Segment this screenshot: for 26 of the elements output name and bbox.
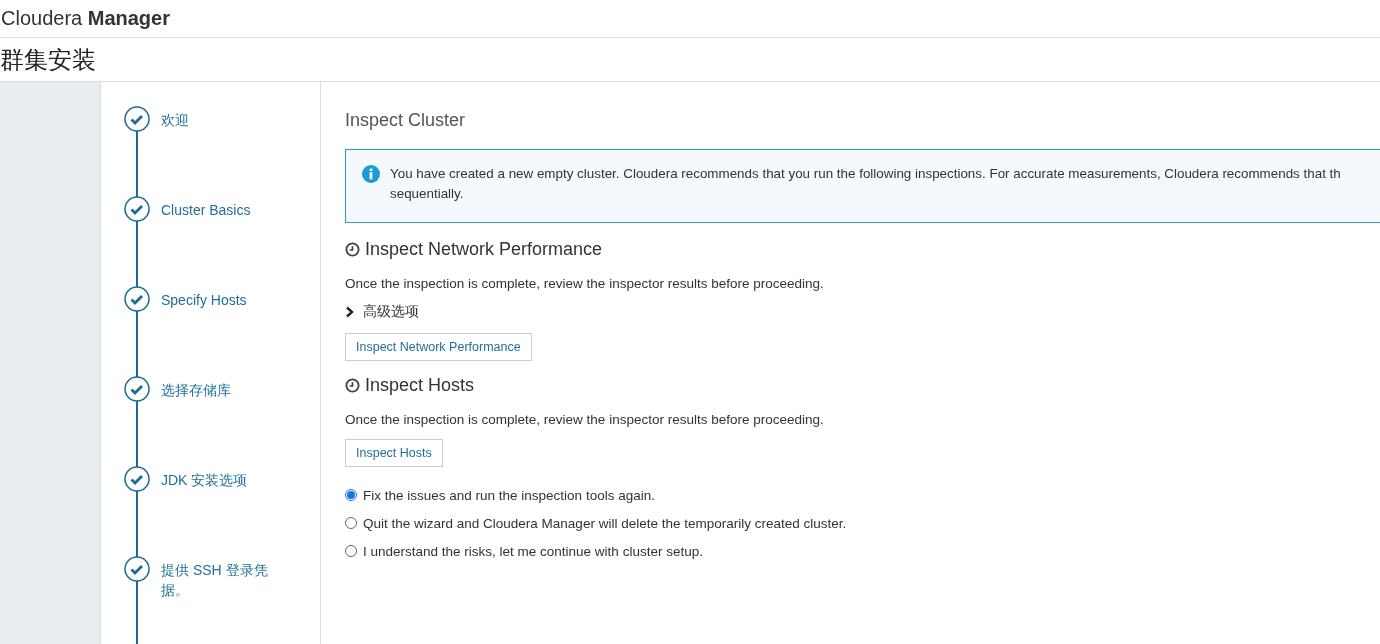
section-heading: Inspect Network Performance <box>365 239 603 260</box>
step-link[interactable]: Specify Hosts <box>161 290 281 310</box>
step-link[interactable]: 欢迎 <box>161 110 281 130</box>
radio-icon[interactable] <box>345 489 357 501</box>
radio-option[interactable]: I understand the risks, let me continue with cluster setup. <box>345 537 1380 565</box>
inspection-note: Once the inspection is complete, review the inspector results before proceeding. <box>345 276 825 291</box>
chevron-icon <box>345 306 355 318</box>
radio-option[interactable]: Quit the wizard and Cloudera Manager will delete the temporarily created cluster. <box>345 509 1380 537</box>
inspect-button[interactable]: Inspect Network Performance <box>345 333 532 361</box>
inspection-note: Once the inspection is complete, review the inspector results before proceeding. <box>345 412 825 427</box>
clock-icon <box>345 242 360 257</box>
section-heading: Inspect Hosts <box>365 375 475 396</box>
clock-icon <box>345 378 360 393</box>
radio-option[interactable]: Fix the issues and run the inspection tools again. <box>345 481 1380 509</box>
page-title: 群集安装 <box>0 44 96 75</box>
step-link[interactable]: 选择存储库 <box>161 380 281 400</box>
app-brand: Cloudera Manager <box>0 7 170 30</box>
advanced-toggle[interactable]: 高级选项 <box>345 303 1380 321</box>
step-link[interactable]: Cluster Basics <box>161 200 281 220</box>
info-icon <box>362 165 380 183</box>
info-text: You have created a new empty cluster. Cloudera recommends that you run the following inspections. For accurate measurements, Cloudera recommends that th <box>390 165 1341 183</box>
info-text: sequentially. <box>390 185 465 203</box>
step-link[interactable]: JDK 安装选项 <box>161 470 281 490</box>
step-link[interactable]: 提供 SSH 登录凭据。 <box>161 560 281 600</box>
section-title: Inspect Cluster <box>345 110 467 131</box>
inspect-button[interactable]: Inspect Hosts <box>345 439 443 467</box>
